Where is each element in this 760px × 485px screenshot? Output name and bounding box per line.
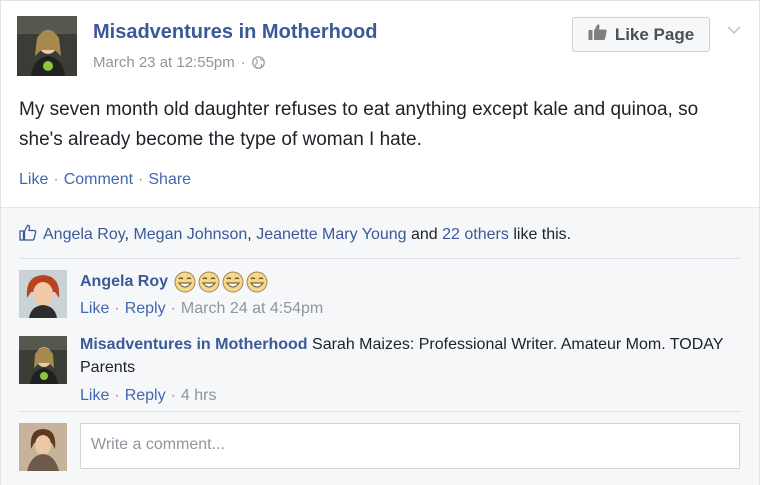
post-card: Misadventures in Motherhood March 23 at … [0,0,760,485]
laughing-emoji-icon [198,271,220,293]
laughing-emoji-icon [222,271,244,293]
avatar[interactable] [19,270,67,318]
comment: Misadventures in Motherhood Sarah Maizes… [80,333,730,379]
action-separator: · [53,171,59,188]
likes-suffix: like this. [513,226,572,243]
comment-link[interactable]: Comment [64,171,133,189]
comment-timestamp[interactable]: March 24 at 4:54pm [181,300,323,318]
comment: Angela Roy [80,270,730,293]
liker-name-link[interactable]: Jeanette Mary Young [256,226,406,243]
avatar[interactable] [19,336,67,384]
liker-name-link[interactable]: Megan Johnson [133,226,247,243]
comment-author-link[interactable]: Angela Roy [80,273,168,290]
globe-icon [251,56,265,69]
chevron-down-icon[interactable] [726,23,742,35]
action-separator: · [170,300,176,317]
emoji-row [172,271,268,293]
comment-actions: Like · Reply · 4 hrs [80,387,217,405]
others-link[interactable]: 22 others [442,226,509,243]
divider [19,258,741,259]
action-separator: · [170,387,176,404]
name-comma: , [124,226,129,243]
action-separator: · [138,171,144,188]
comment-author-link[interactable]: Misadventures in Motherhood [80,336,308,353]
post-text: My seven month old daughter refuses to e… [19,99,699,150]
name-comma: , [247,226,252,243]
like-outline-icon [19,224,37,246]
laughing-emoji-icon [246,271,268,293]
page-name-link[interactable]: Misadventures in Motherhood [93,21,377,44]
likes-and: and [411,226,438,243]
action-separator: · [114,300,120,317]
comment-reply-link[interactable]: Reply [125,300,166,318]
laughing-emoji-icon [174,271,196,293]
meta-separator: · [240,54,246,71]
like-page-label: Like Page [614,24,695,44]
post-meta: March 23 at 12:55pm · [93,54,265,71]
thumbs-up-icon [588,23,608,46]
comment-input[interactable]: Write a comment... [80,423,740,469]
comment-reply-link[interactable]: Reply [125,387,166,405]
likes-summary: Angela Roy, Megan Johnson, Jeanette Mary… [19,224,571,246]
liker-name-link[interactable]: Angela Roy [43,226,125,243]
avatar[interactable] [19,423,67,471]
comment-timestamp[interactable]: 4 hrs [181,387,217,405]
like-link[interactable]: Like [19,171,48,189]
divider [19,411,741,412]
page-avatar[interactable] [17,16,77,76]
comment-actions: Like · Reply · March 24 at 4:54pm [80,300,323,318]
action-separator: · [114,387,120,404]
post-date[interactable]: March 23 at 12:55pm [93,54,235,71]
comment-like-link[interactable]: Like [80,387,109,405]
share-link[interactable]: Share [148,171,191,189]
comment-like-link[interactable]: Like [80,300,109,318]
like-page-button[interactable]: Like Page [572,17,710,52]
post-actions: Like · Comment · Share [19,171,191,189]
